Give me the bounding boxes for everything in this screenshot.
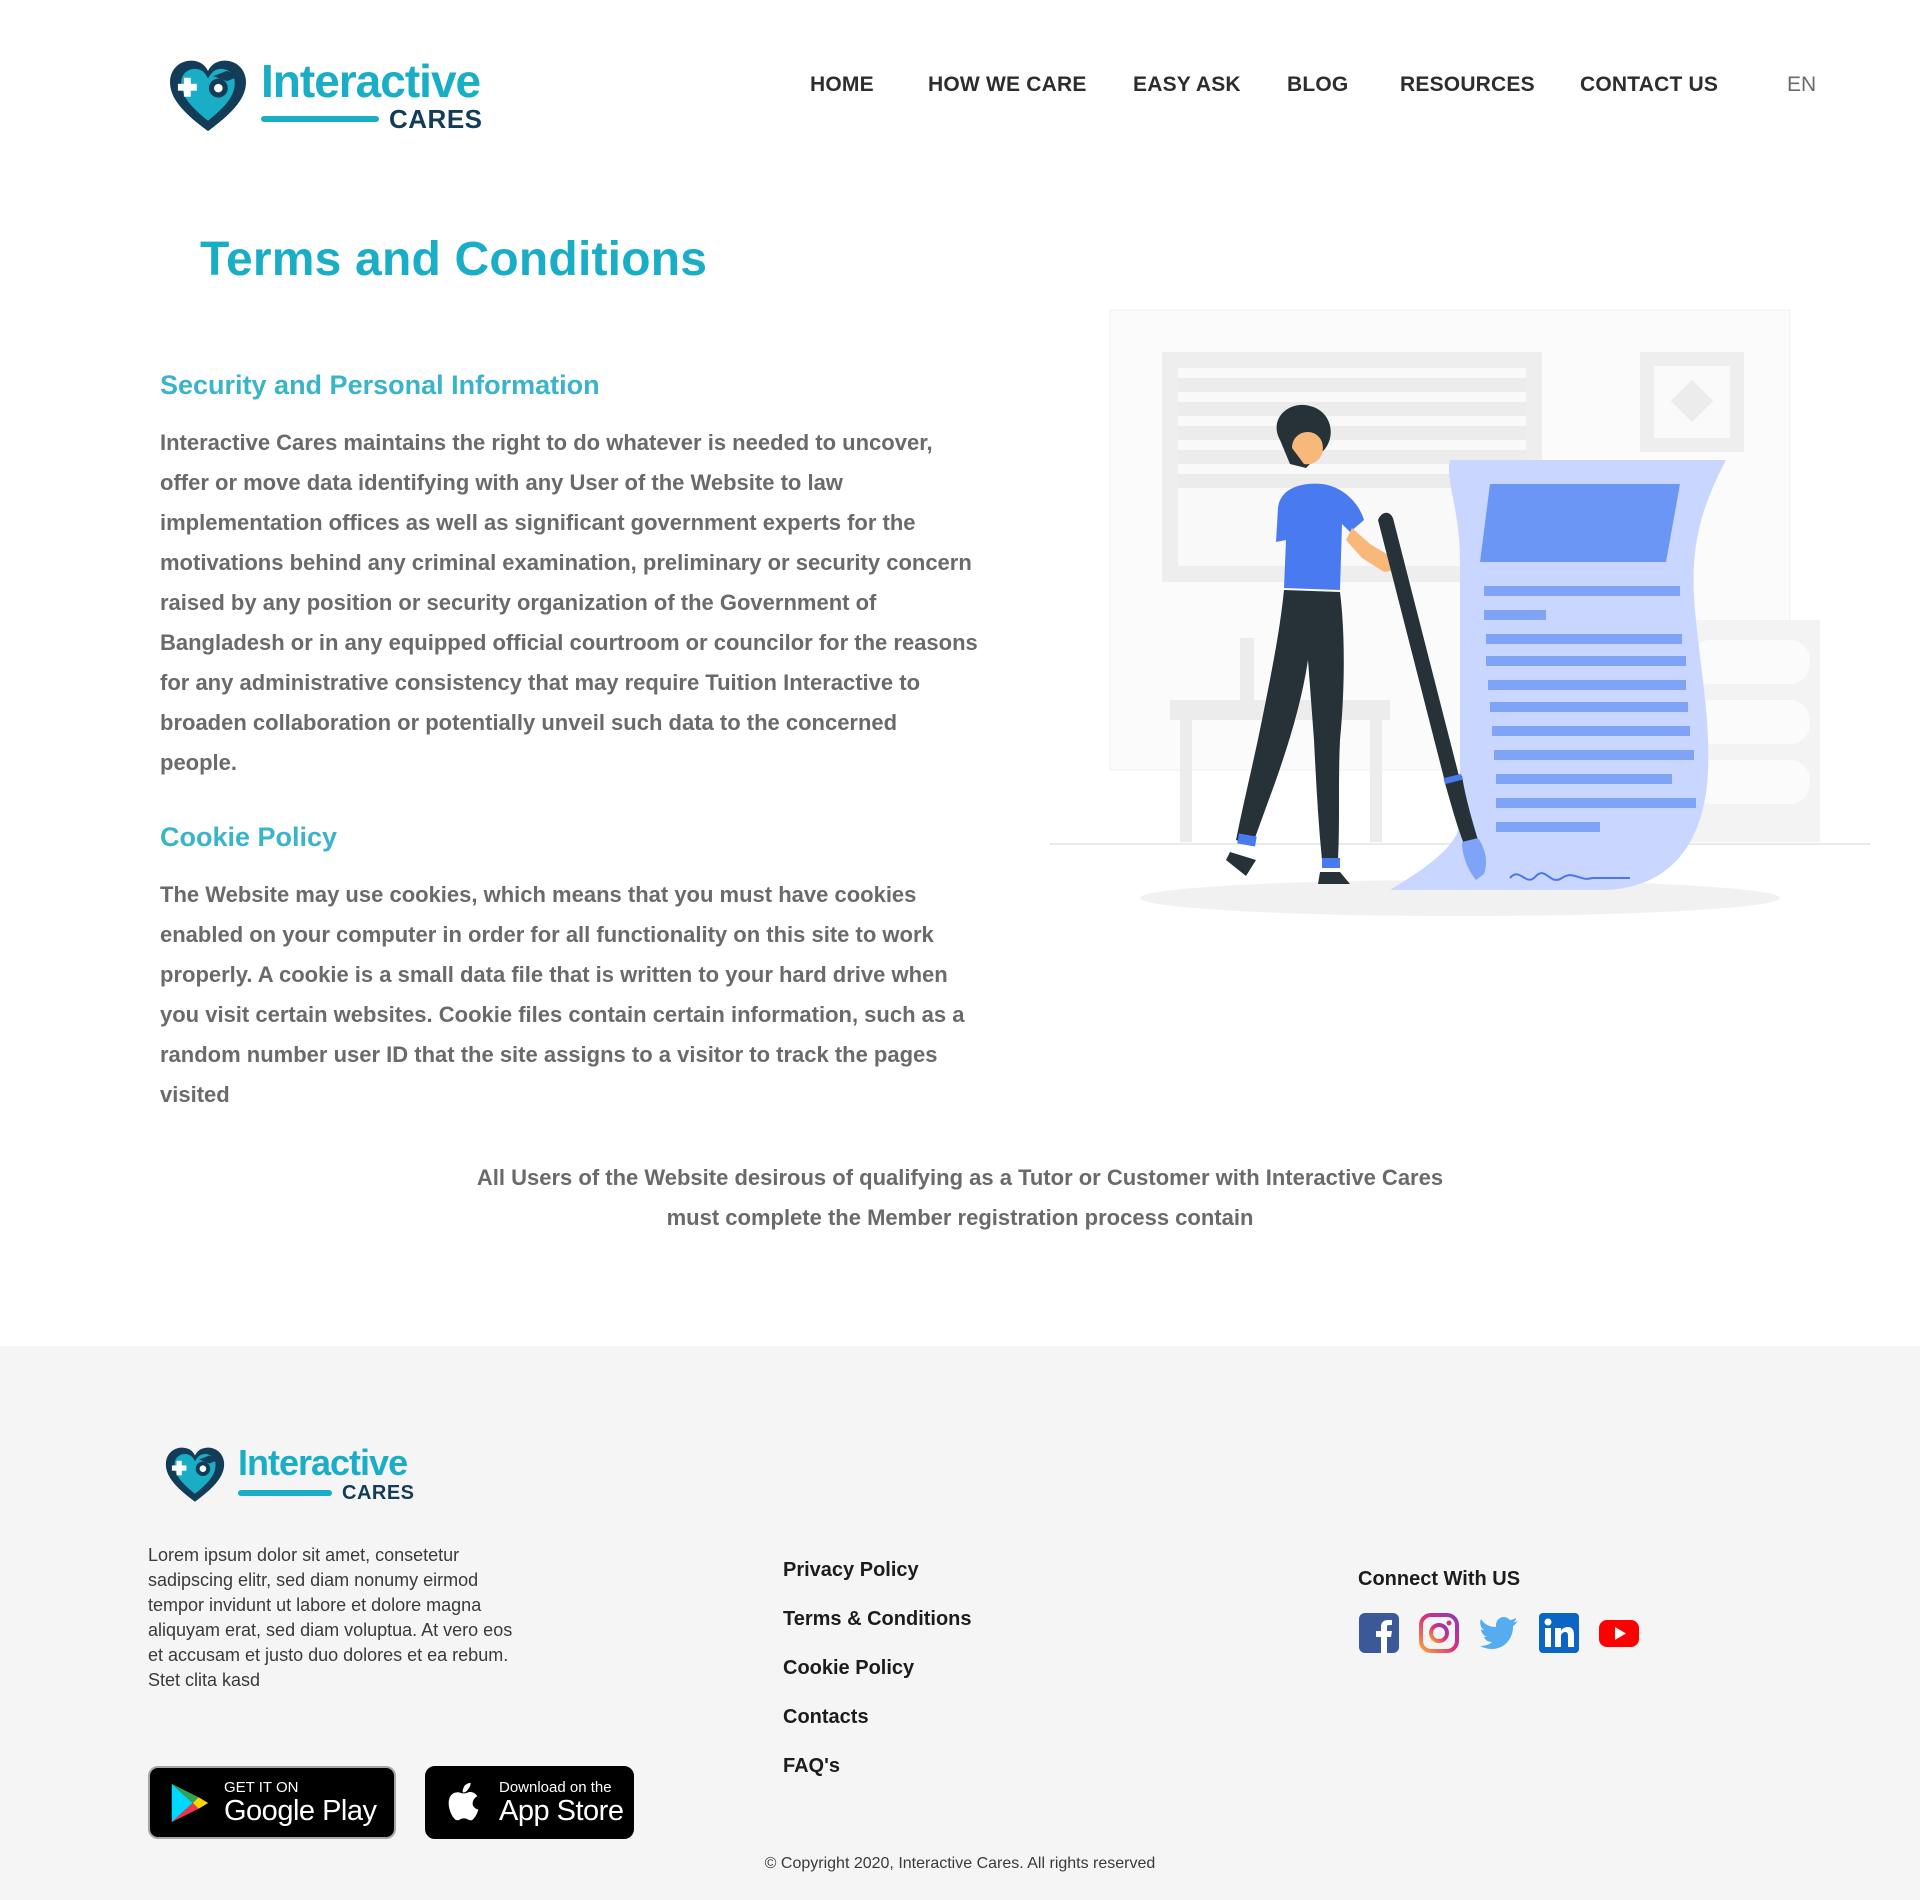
main-nav: HOME HOW WE CARE EASY ASK BLOG RESOURCES… <box>0 73 1920 103</box>
text-line: people. <box>160 750 238 775</box>
nav-resources[interactable]: RESOURCES <box>1400 73 1535 97</box>
footer-link-contacts[interactable]: Contacts <box>783 1706 972 1755</box>
connect-title: Connect With US <box>1358 1568 1521 1590</box>
nav-how-we-care[interactable]: HOW WE CARE <box>928 73 1087 97</box>
copyright-text: © Copyright 2020, Interactive Cares. All… <box>764 1855 1156 1872</box>
text-line: random number user ID that the site assi… <box>160 1042 938 1067</box>
text-line: broaden collaboration or potentially unv… <box>160 710 898 735</box>
instagram-icon[interactable] <box>1418 1612 1460 1654</box>
text-line: Interactive Cares maintains the right to… <box>160 430 933 455</box>
heart-stethoscope-logo-icon <box>165 1447 225 1502</box>
app-store-small-label: Download on the <box>499 1778 612 1796</box>
app-store-button[interactable]: Download on the App Store <box>425 1766 634 1839</box>
linkedin-icon[interactable] <box>1538 1612 1580 1654</box>
footer-logo[interactable]: Interactive CARES <box>162 1441 415 1507</box>
section-body-security: Interactive Cares maintains the right to… <box>160 423 1030 783</box>
nav-home[interactable]: HOME <box>810 73 874 97</box>
nav-contact-us[interactable]: CONTACT US <box>1580 73 1718 97</box>
note-line: All Users of the Website desirous of qua… <box>476 1165 1444 1190</box>
logo-underline <box>261 116 379 122</box>
section-body-cookie: The Website may use cookies, which means… <box>160 875 1030 1115</box>
google-play-icon <box>171 1783 209 1822</box>
text-line: Bangladesh or in any equipped official c… <box>160 630 978 655</box>
text-line: visited <box>160 1082 230 1107</box>
registration-note: All Users of the Website desirous of qua… <box>0 1158 1920 1238</box>
text-line: The Website may use cookies, which means… <box>160 882 917 907</box>
page-title: Terms and Conditions <box>200 233 708 286</box>
section-heading-cookie: Cookie Policy <box>160 822 338 852</box>
footer-link-privacy-policy[interactable]: Privacy Policy <box>783 1559 972 1608</box>
footer-link-cookie-policy[interactable]: Cookie Policy <box>783 1657 972 1706</box>
nav-easy-ask[interactable]: EASY ASK <box>1133 73 1241 97</box>
footer-about-text: Lorem ipsum dolor sit amet, consetetur s… <box>148 1545 513 1690</box>
logo-subtitle: CARES <box>389 104 483 134</box>
language-selector[interactable]: EN <box>1787 73 1816 97</box>
section-heading-security: Security and Personal Information <box>160 370 600 400</box>
youtube-icon[interactable] <box>1598 1612 1640 1654</box>
text-line: motivations behind any criminal examinat… <box>160 550 972 575</box>
text-line: you visit certain websites. Cookie files… <box>160 1002 965 1027</box>
footer-link-terms-conditions[interactable]: Terms & Conditions <box>783 1608 972 1657</box>
logo-subtitle: CARES <box>342 1482 415 1504</box>
logo-underline <box>238 1490 332 1496</box>
text-line: for any administrative consistency that … <box>160 670 921 695</box>
site-header: Interactive CARES HOME HOW WE CARE EASY … <box>0 0 1920 180</box>
text-line: implementation offices as well as signif… <box>160 510 916 535</box>
footer-link-faqs[interactable]: FAQ's <box>783 1755 972 1804</box>
note-line: must complete the Member registration pr… <box>666 1205 1254 1230</box>
app-store-label: App Store <box>499 1794 624 1827</box>
text-line: offer or move data identifying with any … <box>160 470 843 495</box>
text-line: properly. A cookie is a small data file … <box>160 962 948 987</box>
google-play-label: Google Play <box>224 1794 377 1827</box>
logo-wordmark: Interactive <box>238 1442 408 1483</box>
text-line: raised by any position or security organ… <box>160 590 877 615</box>
nav-blog[interactable]: BLOG <box>1287 73 1348 97</box>
google-play-button[interactable]: GET IT ON Google Play <box>148 1766 396 1839</box>
apple-icon <box>448 1782 479 1820</box>
facebook-icon[interactable] <box>1358 1612 1400 1654</box>
footer-links: Privacy Policy Terms & Conditions Cookie… <box>783 1559 972 1804</box>
woman-signing-document-illustration <box>1050 309 1870 916</box>
text-line: enabled on your computer in order for al… <box>160 922 934 947</box>
twitter-icon[interactable] <box>1478 1612 1520 1654</box>
google-play-small-label: GET IT ON <box>224 1778 299 1796</box>
